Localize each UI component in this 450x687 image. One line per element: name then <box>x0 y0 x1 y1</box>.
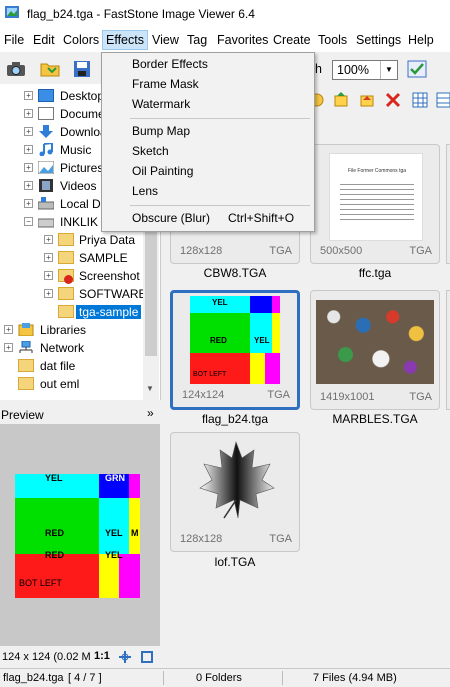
thumbnail-caption: ffc.tga <box>358 266 392 280</box>
menu-edit[interactable]: Edit <box>33 33 55 47</box>
menu-item-oil-painting[interactable]: Oil Painting <box>132 164 193 178</box>
zoom-select[interactable]: 100% ▼ <box>332 60 398 80</box>
thumbnail-caption: CBW8.TGA <box>203 266 267 280</box>
drive-icon <box>38 218 54 228</box>
preview-header: Preview » <box>0 404 160 424</box>
menu-item-obscure-blur[interactable]: Obscure (Blur) <box>132 211 210 225</box>
preview-info: 124 x 124 (0.02 M <box>2 651 91 663</box>
download-arrow-icon <box>39 125 53 138</box>
thumbnail-card-flag-b24[interactable]: YEL RED YEL BOT LEFT 124x124 TGA <box>170 290 300 410</box>
menu-effects[interactable]: Effects <box>102 30 148 50</box>
thumbnail-card-marbles[interactable]: 1419x1001 TGA <box>310 290 440 410</box>
drive-icon <box>38 197 54 210</box>
preview-pane: YEL GRN RED YEL M RED YEL BOT LEFT <box>0 424 160 646</box>
menu-item-bump-map[interactable]: Bump Map <box>132 124 190 138</box>
rotate-right-icon[interactable] <box>359 92 375 108</box>
preview-image: YEL GRN RED YEL M RED YEL BOT LEFT <box>15 474 140 598</box>
tree-item-screenshot[interactable]: + Screenshot <box>0 267 160 285</box>
tree-item-out-eml[interactable]: out eml <box>0 375 160 393</box>
toolbar-partial-label: h <box>315 62 322 76</box>
menu-separator <box>130 118 310 119</box>
thumbnail-image <box>199 440 275 519</box>
menu-favorites[interactable]: Favorites <box>217 33 268 47</box>
network-icon <box>19 341 33 353</box>
menu-tag[interactable]: Tag <box>187 33 207 47</box>
settings-checklist-icon[interactable] <box>407 60 427 78</box>
folder-icon <box>58 305 74 318</box>
status-folders: 0 Folders <box>196 672 242 684</box>
title-bar: flag_b24.tga - FastStone Image Viewer 6.… <box>0 0 450 30</box>
effects-dropdown-menu: Border Effects Frame Mask Watermark Bump… <box>101 52 315 232</box>
menu-help[interactable]: Help <box>408 33 434 47</box>
camera-icon[interactable] <box>6 60 26 78</box>
menu-view[interactable]: View <box>152 33 179 47</box>
chevron-down-icon[interactable]: ▼ <box>380 61 397 79</box>
folder-icon <box>58 233 74 246</box>
thumbnail-card-lof[interactable]: 128x128 TGA <box>170 432 300 552</box>
folder-icon <box>58 287 74 300</box>
zoom-value: 100% <box>337 63 369 77</box>
grid-view-icon[interactable] <box>412 92 428 108</box>
status-files: 7 Files (4.94 MB) <box>313 672 397 684</box>
thumbnail-caption: lof.TGA <box>214 555 256 569</box>
film-icon <box>39 179 53 192</box>
tree-item-dat-file[interactable]: dat file <box>0 357 160 375</box>
ratio-label[interactable]: 1:1 <box>94 650 110 662</box>
folder-icon <box>18 359 34 372</box>
window-title: flag_b24.tga - FastStone Image Viewer 6.… <box>27 7 255 21</box>
save-icon[interactable] <box>72 60 92 78</box>
documents-icon <box>38 107 54 120</box>
thumbnail-caption: MARBLES.TGA <box>332 412 418 426</box>
app-icon <box>5 6 19 18</box>
open-folder-icon[interactable] <box>40 60 60 78</box>
pictures-icon <box>38 161 54 174</box>
fit-icon[interactable] <box>118 650 132 664</box>
chevron-down-icon[interactable]: ▼ <box>146 384 154 393</box>
menu-item-watermark[interactable]: Watermark <box>132 97 190 111</box>
thumbnail-image: File Former Commons tga <box>329 153 423 241</box>
menu-item-sketch[interactable]: Sketch <box>132 144 169 158</box>
menu-file[interactable]: File <box>4 33 24 47</box>
thumbnail-image <box>316 300 434 384</box>
status-position: [ 4 / 7 ] <box>68 672 102 684</box>
thumbnail-caption: flag_b24.tga <box>201 412 269 426</box>
menu-bar: File Edit Colors Effects View Tag Favori… <box>0 30 450 52</box>
status-bar: flag_b24.tga [ 4 / 7 ] 0 Folders 7 Files… <box>0 668 450 687</box>
fullscreen-icon[interactable] <box>140 650 154 664</box>
menu-item-shortcut: Ctrl+Shift+O <box>228 211 295 225</box>
tree-item-software[interactable]: + SOFTWARE <box>0 285 160 303</box>
libraries-icon <box>18 323 34 336</box>
thumbnail-image: YEL RED YEL BOT LEFT <box>190 296 280 384</box>
tree-item-tga-sample[interactable]: tga-sample <box>0 303 160 321</box>
rotate-left-icon[interactable] <box>333 92 349 108</box>
delete-icon[interactable] <box>385 92 401 108</box>
preview-label: Preview <box>1 408 44 422</box>
menu-item-lens[interactable]: Lens <box>132 184 158 198</box>
preview-info-bar: 124 x 124 (0.02 M 1:1 <box>0 646 160 668</box>
tree-item-libraries[interactable]: + Libraries <box>0 321 160 339</box>
tree-item-network[interactable]: + Network <box>0 339 160 357</box>
status-filename: flag_b24.tga <box>3 672 64 684</box>
menu-separator <box>130 205 310 206</box>
menu-settings[interactable]: Settings <box>356 33 401 47</box>
folder-icon <box>58 251 74 264</box>
music-note-icon <box>39 143 53 156</box>
menu-item-border-effects[interactable]: Border Effects <box>132 57 208 71</box>
folder-icon <box>18 377 34 390</box>
badge-icon <box>64 275 73 284</box>
menu-item-frame-mask[interactable]: Frame Mask <box>132 77 199 91</box>
thumbnail-card-partial[interactable] <box>446 144 450 264</box>
list-view-icon[interactable] <box>436 92 450 108</box>
collapse-icon[interactable]: » <box>147 406 154 420</box>
menu-tools[interactable]: Tools <box>318 33 347 47</box>
menu-colors[interactable]: Colors <box>63 33 99 47</box>
tree-item-priya-data[interactable]: + Priya Data <box>0 231 160 249</box>
desktop-icon <box>38 89 54 102</box>
thumbnail-card-partial[interactable] <box>446 290 450 410</box>
tree-item-sample[interactable]: + SAMPLE <box>0 249 160 267</box>
menu-create[interactable]: Create <box>273 33 311 47</box>
thumbnail-card-ffc[interactable]: File Former Commons tga 500x500 TGA <box>310 144 440 264</box>
